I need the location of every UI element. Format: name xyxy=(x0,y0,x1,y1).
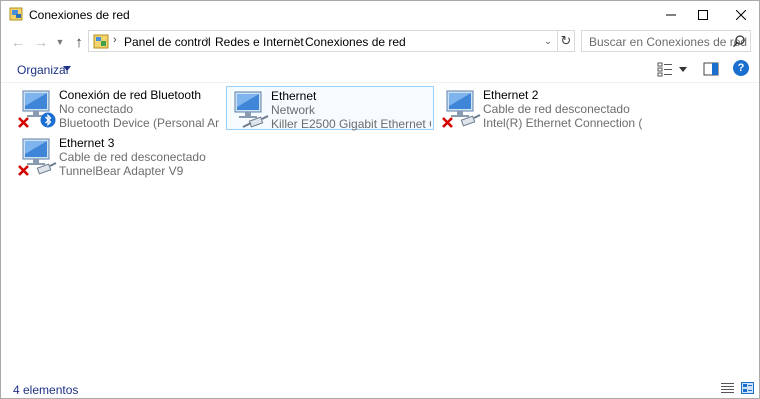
arrow-left-icon: ← xyxy=(11,34,25,50)
title-bar[interactable]: Conexiones de red xyxy=(1,1,759,29)
control-panel-icon xyxy=(93,34,109,49)
view-options-dropdown[interactable] xyxy=(679,67,687,72)
maximize-icon xyxy=(698,10,708,20)
item-status: No conectado xyxy=(59,102,134,116)
back-button[interactable]: ← xyxy=(9,33,27,51)
search-input[interactable]: Buscar en Conexiones de red xyxy=(581,30,751,52)
search-icon[interactable] xyxy=(732,34,746,48)
network-adapter-icon xyxy=(18,138,57,176)
item-count: 4 elementos xyxy=(13,383,79,397)
arrow-up-icon: ↑ xyxy=(75,33,83,51)
search-placeholder: Buscar en Conexiones de red xyxy=(589,35,748,49)
item-status: Cable de red desconectado xyxy=(483,102,630,116)
details-view-icon[interactable] xyxy=(721,382,734,394)
maximize-button[interactable] xyxy=(687,1,719,29)
refresh-icon: ↻ xyxy=(560,33,572,48)
chevron-down-icon[interactable] xyxy=(63,66,71,71)
address-bar[interactable]: › Panel de control › Redes e Internet › … xyxy=(88,30,558,52)
breadcrumb-network-connections[interactable]: Conexiones de red xyxy=(305,35,406,49)
item-status: Network xyxy=(271,103,316,117)
forward-button[interactable]: → xyxy=(32,33,50,51)
network-adapter-icon xyxy=(442,90,481,128)
network-adapter-icon xyxy=(18,90,56,128)
breadcrumb-separator-icon: › xyxy=(294,34,298,46)
close-icon xyxy=(736,10,746,20)
breadcrumb-separator-icon: › xyxy=(113,34,117,46)
network-adapter-icon xyxy=(234,91,269,128)
chevron-down-icon: ▼ xyxy=(55,37,65,47)
item-name: Ethernet 2 xyxy=(483,88,539,102)
item-device: Killer E2500 Gigabit Ethernet Cont... xyxy=(271,117,431,131)
breadcrumb-separator-icon: › xyxy=(205,34,209,46)
navigation-bar: ← → ▼ ↑ › Panel de control › Redes e Int… xyxy=(1,29,759,55)
item-name: Conexión de red Bluetooth xyxy=(59,88,202,102)
item-name: Ethernet 3 xyxy=(59,136,115,150)
list-item[interactable]: Conexión de red Bluetooth No conectado B… xyxy=(15,86,221,130)
breadcrumb-network-internet[interactable]: Redes e Internet xyxy=(215,35,304,49)
organize-button[interactable]: Organizar xyxy=(17,63,70,77)
item-name: Ethernet xyxy=(271,89,317,103)
breadcrumb-control-panel[interactable]: Panel de control xyxy=(124,35,211,49)
preview-pane-icon[interactable] xyxy=(703,61,719,77)
help-icon: ? xyxy=(737,62,745,74)
list-item[interactable]: Ethernet 3 Cable de red desconectado Tun… xyxy=(15,134,221,178)
window-title: Conexiones de red xyxy=(29,8,130,22)
network-connections-icon xyxy=(9,7,23,21)
help-button[interactable]: ? xyxy=(733,60,749,76)
up-button[interactable]: ↑ xyxy=(70,33,88,51)
change-view-icon[interactable] xyxy=(657,61,673,77)
item-status: Cable de red desconectado xyxy=(59,150,206,164)
item-device: Bluetooth Device (Personal Area ... xyxy=(59,116,219,130)
list-item[interactable]: Ethernet 2 Cable de red desconectado Int… xyxy=(439,86,645,130)
explorer-window: Conexiones de red ← → ▼ ↑ › Panel de con… xyxy=(0,0,760,399)
refresh-button[interactable]: ↻ xyxy=(557,30,575,52)
item-device: TunnelBear Adapter V9 xyxy=(59,164,184,178)
close-button[interactable] xyxy=(725,1,757,29)
minimize-button[interactable] xyxy=(655,1,687,29)
address-history-button[interactable]: ⌄ xyxy=(540,34,556,49)
minimize-icon xyxy=(666,14,676,16)
command-bar: Organizar ? xyxy=(1,57,759,83)
tiles-view-icon[interactable] xyxy=(741,382,754,394)
list-item-selected[interactable]: Ethernet Network Killer E2500 Gigabit Et… xyxy=(226,86,434,131)
recent-locations-button[interactable]: ▼ xyxy=(54,33,66,51)
chevron-down-icon: ⌄ xyxy=(544,36,552,46)
arrow-right-icon: → xyxy=(34,34,48,50)
status-bar: 4 elementos xyxy=(1,378,759,398)
item-device: Intel(R) Ethernet Connection (2) I... xyxy=(483,116,643,130)
